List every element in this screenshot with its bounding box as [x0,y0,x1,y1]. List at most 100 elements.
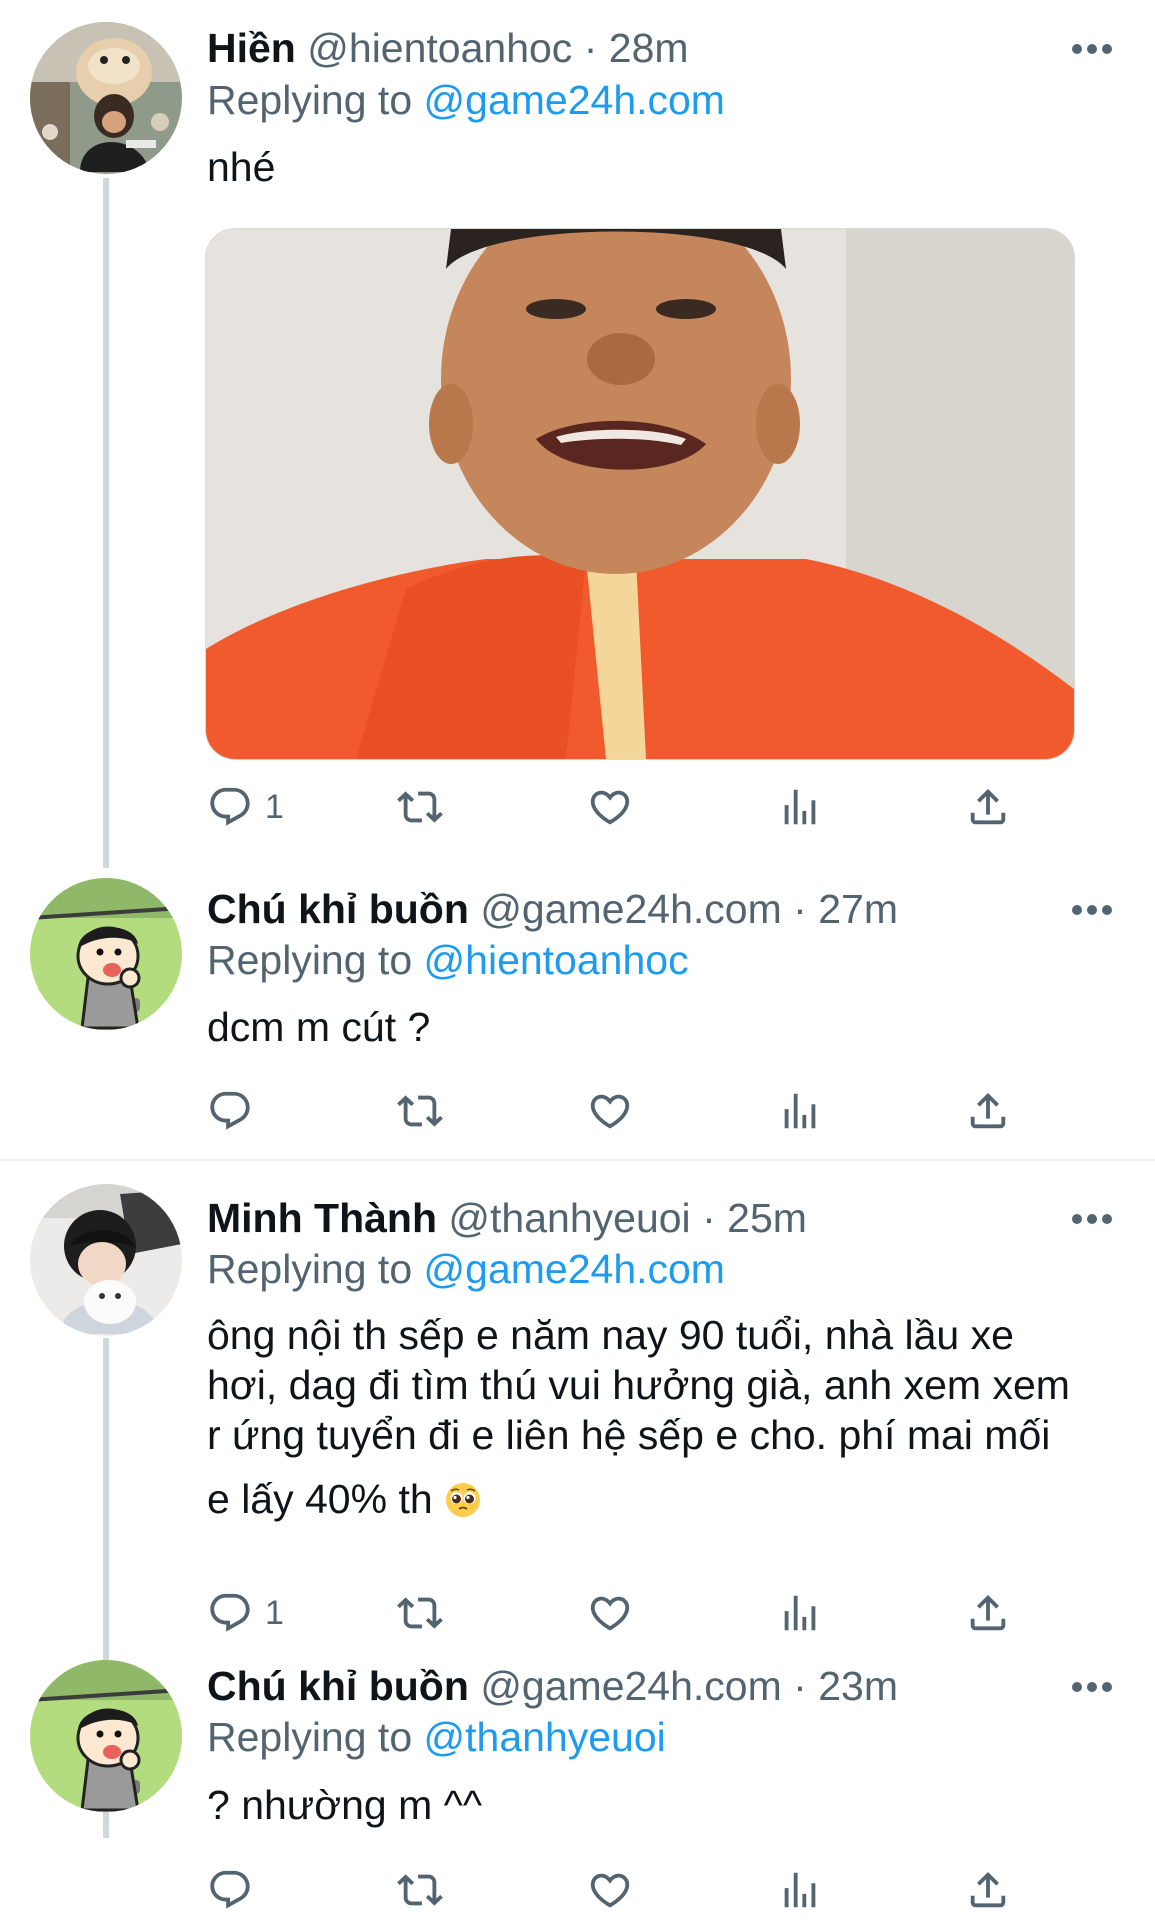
share-button[interactable] [965,1585,1011,1641]
analytics-button[interactable] [777,1083,823,1139]
like-icon [587,1590,633,1636]
like-icon [587,784,633,830]
separator-dot: · [793,1663,807,1709]
reply-icon [207,1590,253,1636]
tweet-text: ? nhường m ^^ [207,1782,483,1828]
reply-button[interactable]: 1 [207,779,284,835]
reply-count: 1 [265,1593,284,1632]
analytics-button[interactable] [777,1585,823,1641]
tweet-text: ông nội th sếp e năm nay 90 tuổi, nhà lầ… [207,1310,1127,1524]
analytics-icon [777,1590,823,1636]
reply-count: 1 [265,787,284,826]
tweet-header: Chú khỉ buồn @game24h.com · 23m [207,1662,898,1710]
replying-to-link[interactable]: @thanhyeuoi [424,1714,666,1760]
tweet[interactable]: Hiền @hientoanhoc · 28m Replying to @gam… [0,0,1155,868]
share-button[interactable] [965,779,1011,835]
tweet-actions [207,1862,1127,1918]
analytics-icon [777,1088,823,1134]
replying-to-link[interactable]: @game24h.com [424,1246,725,1292]
avatar[interactable] [30,1184,182,1336]
avatar[interactable] [30,22,182,174]
tweet-actions [207,1083,1127,1139]
retweet-icon [397,1088,443,1134]
tweet-header: Chú khỉ buồn @game24h.com · 27m [207,885,898,933]
tweet-actions: 1 [207,1585,1127,1641]
analytics-button[interactable] [777,779,823,835]
like-button[interactable] [587,779,633,835]
tweet-text-line: r ứng tuyển đi e liên hệ sếp e cho. phí … [207,1412,1051,1458]
share-button[interactable] [965,1083,1011,1139]
retweet-icon [397,1867,443,1913]
tweet-actions: 1 [207,779,1127,835]
share-icon [965,784,1011,830]
username[interactable]: @thanhyeuoi [448,1195,690,1241]
tweet-text-line-last: e lấy 40% th [207,1474,1127,1524]
reply-button[interactable] [207,1083,253,1139]
more-icon[interactable] [1072,1213,1112,1225]
tweet-text: nhé [207,144,276,190]
tweet-text-line: e lấy 40% th [207,1476,433,1522]
more-icon[interactable] [1072,1681,1112,1693]
username[interactable]: @game24h.com [480,1663,781,1709]
replying-prefix: Replying to [207,937,413,983]
tweet-media-image[interactable] [205,228,1075,760]
username[interactable]: @hientoanhoc [307,25,572,71]
share-icon [965,1088,1011,1134]
retweet-icon [397,1590,443,1636]
avatar[interactable] [30,878,182,1030]
tweet-text-line: hơi, dag đi tìm thú vui hưởng già, anh x… [207,1362,1070,1408]
separator-dot: · [702,1195,716,1241]
replying-to: Replying to @game24h.com [207,1245,725,1293]
analytics-button[interactable] [777,1862,823,1918]
separator-dot: · [583,25,598,71]
display-name[interactable]: Chú khỉ buồn [207,1663,469,1709]
retweet-button[interactable] [397,1585,443,1641]
tweet-text: dcm m cút ? [207,1004,431,1050]
like-button[interactable] [587,1862,633,1918]
like-icon [587,1088,633,1134]
like-button[interactable] [587,1585,633,1641]
replying-to-link[interactable]: @hientoanhoc [424,937,689,983]
retweet-button[interactable] [397,1083,443,1139]
replying-to: Replying to @hientoanhoc [207,936,689,984]
display-name[interactable]: Hiền [207,25,296,71]
timestamp[interactable]: 27m [818,886,898,932]
thread-line [103,178,109,868]
username[interactable]: @game24h.com [480,886,781,932]
avatar[interactable] [30,1660,182,1812]
like-button[interactable] [587,1083,633,1139]
replying-to-link[interactable]: @game24h.com [424,77,725,123]
tweet[interactable]: Chú khỉ buồn @game24h.com · 23m Replying… [0,1652,1155,1920]
retweet-icon [397,784,443,830]
replying-to: Replying to @game24h.com [207,76,725,124]
replying-prefix: Replying to [207,1714,413,1760]
tweet-text-line: ông nội th sếp e năm nay 90 tuổi, nhà lầ… [207,1312,1014,1358]
separator-dot: · [793,886,807,932]
more-icon[interactable] [1072,904,1112,916]
reply-icon [207,1867,253,1913]
pleading-face-emoji [446,1483,481,1517]
tweet-header: Hiền @hientoanhoc · 28m [207,24,689,72]
reply-icon [207,784,253,830]
tweet[interactable]: Chú khỉ buồn @game24h.com · 27m Replying… [0,856,1155,1158]
reply-button[interactable] [207,1862,253,1918]
replying-prefix: Replying to [207,77,413,123]
analytics-icon [777,784,823,830]
display-name[interactable]: Chú khỉ buồn [207,886,469,932]
share-button[interactable] [965,1862,1011,1918]
retweet-button[interactable] [397,1862,443,1918]
share-icon [965,1590,1011,1636]
tweet[interactable]: Minh Thành @thanhyeuoi · 25m Replying to… [0,1162,1155,1838]
timestamp[interactable]: 28m [609,25,689,71]
tweet-header: Minh Thành @thanhyeuoi · 25m [207,1194,807,1242]
reply-button[interactable]: 1 [207,1585,284,1641]
timestamp[interactable]: 25m [727,1195,807,1241]
more-icon[interactable] [1072,43,1112,55]
timestamp[interactable]: 23m [818,1663,898,1709]
share-icon [965,1867,1011,1913]
like-icon [587,1867,633,1913]
divider [0,1159,1155,1161]
display-name[interactable]: Minh Thành [207,1195,437,1241]
retweet-button[interactable] [397,779,443,835]
replying-prefix: Replying to [207,1246,413,1292]
